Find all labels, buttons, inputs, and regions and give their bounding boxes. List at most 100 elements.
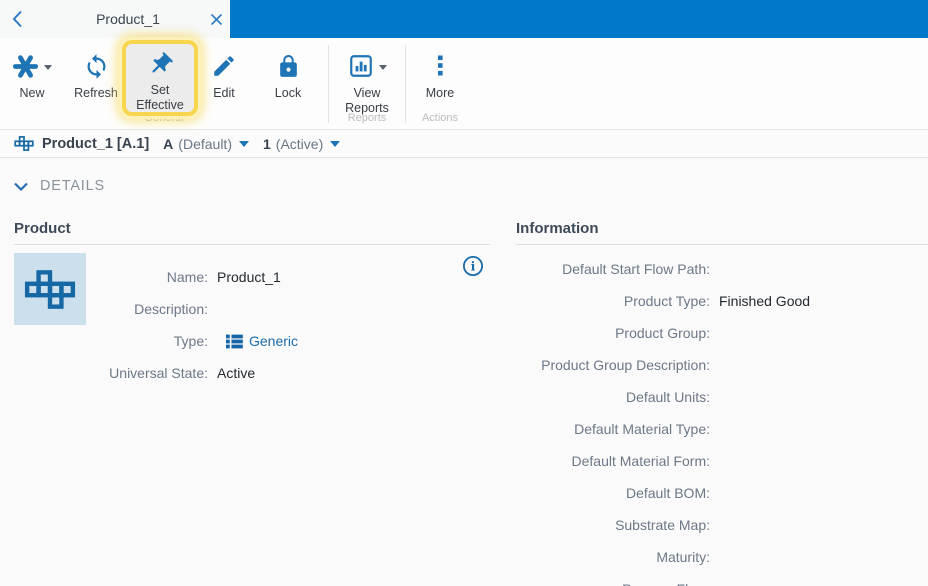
edit-button-label: Edit <box>213 86 235 101</box>
refresh-icon <box>83 53 110 80</box>
chevron-down-icon <box>14 182 28 191</box>
tab-close-button[interactable] <box>208 11 224 27</box>
tab-bar: Product_1 <box>0 0 928 38</box>
field-label: Product Type: <box>516 293 710 309</box>
field-label: Description: <box>86 301 208 317</box>
new-button[interactable]: New <box>0 42 64 101</box>
field-row: Product Group: <box>516 317 928 349</box>
field-value: Active <box>208 365 255 381</box>
toolbar-group-general: New Refresh Set Effective Edit <box>0 42 328 126</box>
details-toggle[interactable]: DETAILS <box>14 178 928 194</box>
revision-dropdown[interactable]: A (Default) <box>163 136 249 152</box>
field-label: Type: <box>86 333 208 349</box>
new-button-label: New <box>19 86 44 101</box>
field-label: Universal State: <box>86 365 208 381</box>
asterisk-new-icon <box>12 53 39 80</box>
group-label-reports: Reports <box>329 112 405 124</box>
field-label: Default Start Flow Path: <box>516 261 710 277</box>
field-value: Product_1 <box>208 269 281 285</box>
dropdown-caret-icon <box>379 65 387 70</box>
more-button-label: More <box>426 86 454 101</box>
edit-button[interactable]: Edit <box>192 42 256 101</box>
set-effective-button-label: Set Effective <box>131 83 189 113</box>
field-label: Default Material Form: <box>516 453 710 469</box>
close-icon <box>210 13 223 26</box>
breadcrumb-title: Product_1 [A.1] <box>42 136 149 152</box>
lock-button[interactable]: Lock <box>256 42 320 101</box>
info-icon: i <box>462 255 484 277</box>
breadcrumb: Product_1 [A.1] A (Default) 1 (Active) <box>0 130 928 158</box>
tab-strip: Product_1 <box>0 0 230 38</box>
field-row: Maturity: <box>516 541 928 573</box>
field-row: Product Type:Finished Good <box>516 285 928 317</box>
version-dropdown[interactable]: 1 (Active) <box>263 136 340 152</box>
more-button[interactable]: More <box>408 42 472 101</box>
tab-product[interactable]: Product_1 <box>26 0 230 38</box>
field-label: Default BOM: <box>516 485 710 501</box>
field-row: Process Flow: <box>516 573 928 586</box>
information-fields: Default Start Flow Path: Product Type:Fi… <box>516 253 928 586</box>
svg-text:i: i <box>471 259 476 274</box>
field-value: Finished Good <box>710 293 810 309</box>
ellipsis-vertical-icon <box>428 53 452 79</box>
field-row: Product Group Description: <box>516 349 928 381</box>
product-glyph-icon <box>14 136 34 151</box>
product-thumbnail <box>14 253 86 325</box>
type-link[interactable]: Generic <box>249 333 298 349</box>
tab-title: Product_1 <box>96 11 160 27</box>
group-label-actions: Actions <box>406 112 474 124</box>
field-label: Product Group: <box>516 325 710 341</box>
view-reports-button[interactable]: View Reports <box>335 42 399 116</box>
pencil-icon <box>211 53 237 79</box>
field-row: Type: Generic <box>86 325 298 357</box>
refresh-button-label: Refresh <box>74 86 118 101</box>
field-row: Substrate Map: <box>516 509 928 541</box>
field-row: Default Material Type: <box>516 413 928 445</box>
report-chart-icon <box>348 53 374 79</box>
back-button[interactable] <box>8 8 26 30</box>
field-label: Default Material Type: <box>516 421 710 437</box>
caret-down-icon <box>239 141 249 147</box>
field-row: Default Start Flow Path: <box>516 253 928 285</box>
revision-value: A <box>163 136 173 152</box>
product-section-header: Product <box>14 220 490 245</box>
information-section: Information Default Start Flow Path: Pro… <box>516 220 928 586</box>
list-icon <box>226 334 243 349</box>
field-label: Process Flow: <box>516 581 710 586</box>
refresh-button[interactable]: Refresh <box>64 42 128 101</box>
toolbar-group-actions: More Actions <box>406 42 474 126</box>
version-value: 1 <box>263 136 271 152</box>
field-label: Name: <box>86 269 208 285</box>
toolbar-group-reports: View Reports Reports <box>329 42 405 126</box>
info-button[interactable]: i <box>462 255 484 277</box>
field-row: Description: <box>86 293 298 325</box>
set-effective-button[interactable]: Set Effective <box>122 40 198 116</box>
toolbar: New Refresh Set Effective Edit <box>0 38 928 130</box>
lock-icon <box>276 54 301 79</box>
field-row: Universal State: Active <box>86 357 298 389</box>
field-label: Product Group Description: <box>516 357 710 373</box>
product-fields: Name: Product_1 Description: Type: Gener… <box>86 261 298 389</box>
field-label: Substrate Map: <box>516 517 710 533</box>
lock-button-label: Lock <box>275 86 301 101</box>
pushpin-icon <box>147 51 174 78</box>
chevron-left-icon <box>12 10 23 28</box>
product-glyph-icon <box>24 270 76 309</box>
field-row: Default Material Form: <box>516 445 928 477</box>
field-row: Default BOM: <box>516 477 928 509</box>
top-bar-fill <box>230 0 928 38</box>
version-state: (Active) <box>276 136 323 152</box>
product-section: Product Name: Product_1 Description: <box>14 220 490 586</box>
caret-down-icon <box>330 141 340 147</box>
details-label: DETAILS <box>40 178 105 194</box>
details-panel: DETAILS Product Name: Product_1 <box>0 158 928 586</box>
dropdown-caret-icon <box>44 65 52 70</box>
information-section-header: Information <box>516 220 928 245</box>
field-row: Name: Product_1 <box>86 261 298 293</box>
revision-state: (Default) <box>178 136 232 152</box>
field-value: Generic <box>208 333 298 349</box>
field-row: Default Units: <box>516 381 928 413</box>
app-window: Product_1 New Refresh <box>0 0 928 586</box>
field-label: Maturity: <box>516 549 710 565</box>
field-label: Default Units: <box>516 389 710 405</box>
